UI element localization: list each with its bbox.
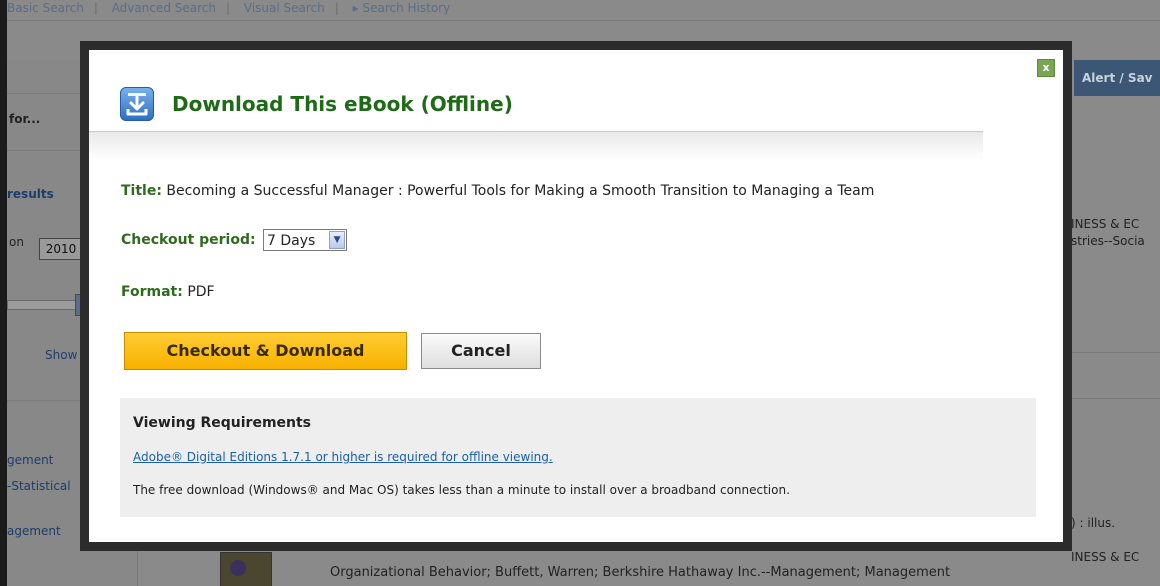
format-label: Format:	[121, 284, 183, 300]
subject-snippet: ) : illus.	[1071, 516, 1116, 530]
download-modal: x Download This eBook (Offline) Title: B…	[80, 41, 1072, 551]
book-cover-graphic	[230, 560, 246, 576]
visual-search-link[interactable]: Visual Search	[244, 1, 325, 15]
book-title: Becoming a Successful Manager : Powerful…	[166, 183, 875, 199]
viewing-requirements-panel: Viewing Requirements Adobe® Digital Edit…	[120, 398, 1036, 517]
checkout-period-label: Checkout period:	[121, 232, 256, 248]
facet-item[interactable]: -Statistical	[7, 479, 71, 493]
viewing-requirements-heading: Viewing Requirements	[133, 415, 312, 431]
subject-snippet: INESS & EC	[1071, 550, 1140, 564]
facet-item[interactable]: agement	[7, 524, 61, 538]
adobe-digital-editions-link[interactable]: Adobe® Digital Editions 1.7.1 or higher …	[133, 450, 553, 464]
title-label: Title:	[121, 183, 162, 199]
format-field: Format: PDF	[121, 284, 215, 300]
on-label: on	[9, 235, 24, 249]
checkout-period-field: Checkout period: 7 Days ▼	[121, 229, 348, 251]
subject-snippet: INESS & EC	[1071, 217, 1140, 231]
modal-body: x Download This eBook (Offline) Title: B…	[89, 50, 1063, 542]
basic-search-link[interactable]: Basic Search	[7, 1, 84, 15]
facet-item[interactable]: gement	[7, 453, 53, 467]
requirements-note: The free download (Windows® and Mac OS) …	[133, 483, 790, 497]
download-icon	[120, 87, 154, 121]
top-nav: Basic Search | Advanced Search | Visual Se…	[7, 1, 451, 15]
cancel-button[interactable]: Cancel	[421, 333, 541, 369]
advanced-search-link[interactable]: Advanced Search	[112, 1, 216, 15]
show-link[interactable]: Show	[45, 348, 77, 362]
divider	[7, 20, 1160, 21]
title-field: Title: Becoming a Successful Manager : P…	[121, 183, 874, 199]
checkout-period-select[interactable]: 7 Days ▼	[263, 229, 348, 251]
search-history-link[interactable]: ▸ Search History	[353, 1, 451, 15]
chevron-down-icon[interactable]: ▼	[329, 231, 346, 249]
result-subjects: Organizational Behavior; Buffett, Warren…	[330, 565, 951, 580]
search-for-label: for...	[9, 112, 41, 126]
modal-title: Download This eBook (Offline)	[172, 92, 513, 116]
year-input[interactable]: 2010	[39, 238, 83, 260]
book-cover-thumbnail[interactable]	[220, 552, 272, 586]
close-icon[interactable]: x	[1037, 59, 1055, 77]
checkout-period-value: 7 Days	[267, 233, 316, 249]
year-slider[interactable]	[7, 300, 79, 310]
alert-save-tab[interactable]: Alert / Sav	[1074, 60, 1160, 96]
subject-snippet: stries--Socia	[1071, 234, 1145, 248]
results-heading: results	[7, 187, 54, 201]
format-value: PDF	[187, 284, 215, 300]
checkout-download-button[interactable]: Checkout & Download	[124, 332, 407, 370]
